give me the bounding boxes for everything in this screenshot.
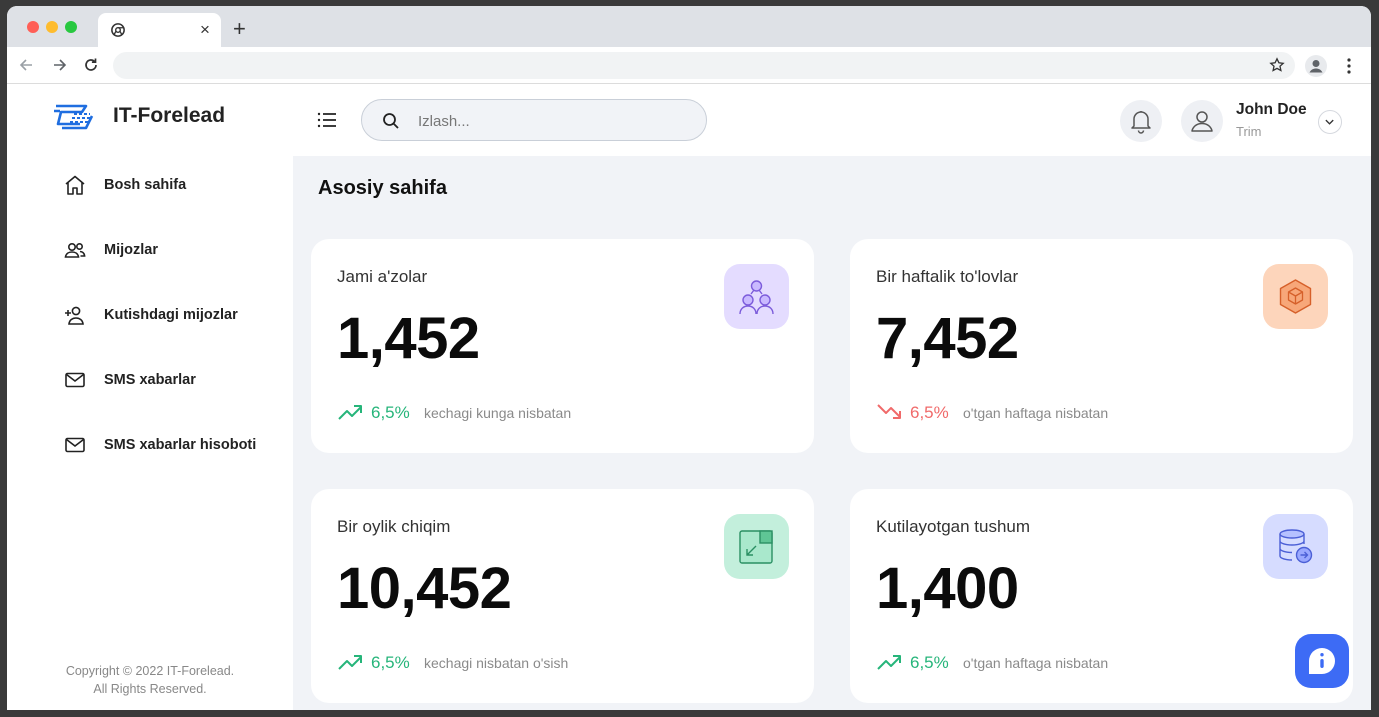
trend-percentage: 6,5%	[371, 653, 410, 672]
stat-card-monthly-expense: Bir oylik chiqim 10,452 6,5% kechagi nis…	[311, 489, 814, 703]
menu-icon[interactable]	[315, 108, 339, 132]
card-value: 7,452	[876, 306, 1019, 371]
card-badge	[1263, 514, 1328, 579]
sidebar-item-sms[interactable]: SMS xabarlar	[63, 365, 283, 395]
search-box	[361, 99, 707, 141]
user-name: John Doe	[1236, 101, 1307, 118]
page-title: Asosiy sahifa	[318, 177, 447, 199]
trend-down-icon	[877, 404, 901, 419]
home-icon	[65, 175, 85, 195]
card-title: Bir haftalik to'lovlar	[876, 267, 1019, 286]
address-bar[interactable]	[113, 52, 1295, 79]
sidebar-item-label: Bosh sahifa	[104, 177, 187, 193]
search-input[interactable]	[418, 110, 688, 132]
user-menu-button[interactable]	[1318, 110, 1342, 134]
back-icon[interactable]	[17, 55, 37, 75]
notifications-button[interactable]	[1120, 100, 1162, 142]
trend-note: o'tgan haftaga nisbatan	[963, 655, 1109, 671]
database-icon	[1279, 529, 1313, 564]
sidebar-item-home[interactable]: Bosh sahifa	[63, 170, 283, 200]
sidebar-item-sms-report[interactable]: SMS xabarlar hisoboti	[63, 430, 283, 460]
trend-up-icon	[877, 655, 901, 670]
card-title: Bir oylik chiqim	[337, 517, 451, 536]
stat-card-weekly-payments: Bir haftalik to'lovlar 7,452 6,5% o'tgan…	[850, 239, 1353, 453]
main-content: Asosiy sahifa Jami a'zolar 1,452 6,5% ke…	[293, 156, 1371, 710]
trend-note: o'tgan haftaga nisbatan	[963, 405, 1109, 421]
sidebar-item-waiting-clients[interactable]: Kutishdagi mijozlar	[63, 300, 283, 330]
sidebar-item-clients[interactable]: Mijozlar	[63, 235, 283, 265]
copyright-line: All Rights Reserved.	[93, 682, 207, 696]
card-badge	[724, 264, 789, 329]
chat-button[interactable]	[1295, 634, 1349, 688]
user-icon	[1191, 111, 1213, 132]
trend-up-icon	[338, 655, 362, 670]
users-icon	[64, 243, 86, 258]
minimize-window-button[interactable]	[46, 21, 58, 33]
browser-menu-icon[interactable]	[1341, 57, 1357, 75]
close-window-button[interactable]	[27, 21, 39, 33]
browser-toolbar	[7, 47, 1371, 84]
trend-percentage: 6,5%	[910, 403, 949, 422]
forward-icon[interactable]	[49, 55, 69, 75]
sidebar-item-label: SMS xabarlar	[104, 372, 196, 388]
maximize-window-button[interactable]	[65, 21, 77, 33]
bell-icon	[1131, 111, 1151, 134]
trend-note: kechagi kunga nisbatan	[424, 405, 572, 421]
top-header: John Doe Trim	[293, 84, 1371, 156]
expand-icon	[739, 530, 773, 564]
card-badge	[1263, 264, 1328, 329]
chevron-down-icon	[1325, 119, 1334, 125]
stat-card-expected-income: Kutilayotgan tushum 1,400 6,5% o'tgan ha…	[850, 489, 1353, 703]
card-title: Jami a'zolar	[337, 267, 428, 286]
bookmark-star-icon[interactable]	[1269, 57, 1285, 73]
mail-icon	[65, 372, 85, 388]
chat-bubble-icon	[1309, 648, 1335, 674]
tab-close-icon[interactable]: ×	[197, 21, 213, 38]
tab-strip: × +	[7, 6, 1371, 47]
add-user-icon	[65, 306, 84, 325]
trend-up-icon	[338, 405, 362, 420]
avatar[interactable]	[1181, 100, 1223, 142]
brand-logo	[54, 104, 94, 130]
card-badge	[724, 514, 789, 579]
app: IT-Forelead Bosh sahifa Mijozlar Kutishd…	[7, 84, 1371, 710]
brand-name: IT-Forelead	[113, 104, 226, 127]
new-tab-button[interactable]: +	[233, 18, 246, 40]
sidebar: IT-Forelead Bosh sahifa Mijozlar Kutishd…	[7, 84, 293, 710]
trend-percentage: 6,5%	[910, 653, 949, 672]
browser-window: × + IT-Forelead Bosh sahifa Mijozlar Kut…	[7, 6, 1371, 710]
mail-icon	[65, 437, 85, 453]
team-icon	[739, 280, 774, 315]
copyright: Copyright © 2022 IT-Forelead. All Rights…	[47, 662, 253, 698]
card-value: 1,452	[337, 306, 480, 371]
chrome-icon	[111, 23, 125, 37]
card-value: 10,452	[337, 556, 512, 621]
trend-percentage: 6,5%	[371, 403, 410, 422]
sidebar-item-label: Kutishdagi mijozlar	[104, 307, 238, 323]
browser-profile-icon[interactable]	[1305, 55, 1327, 77]
box-icon	[1279, 279, 1312, 314]
sidebar-item-label: SMS xabarlar hisoboti	[104, 437, 257, 453]
copyright-line: Copyright © 2022 IT-Forelead.	[65, 664, 235, 678]
browser-tab[interactable]: ×	[98, 13, 221, 47]
sidebar-item-label: Mijozlar	[104, 242, 158, 258]
reload-icon[interactable]	[81, 55, 101, 75]
card-value: 1,400	[876, 556, 1019, 621]
user-role: Trim	[1236, 124, 1262, 139]
card-title: Kutilayotgan tushum	[876, 517, 1031, 536]
stat-card-members: Jami a'zolar 1,452 6,5% kechagi kunga ni…	[311, 239, 814, 453]
search-icon[interactable]	[382, 112, 400, 130]
trend-note: kechagi nisbatan o'sish	[424, 655, 569, 671]
